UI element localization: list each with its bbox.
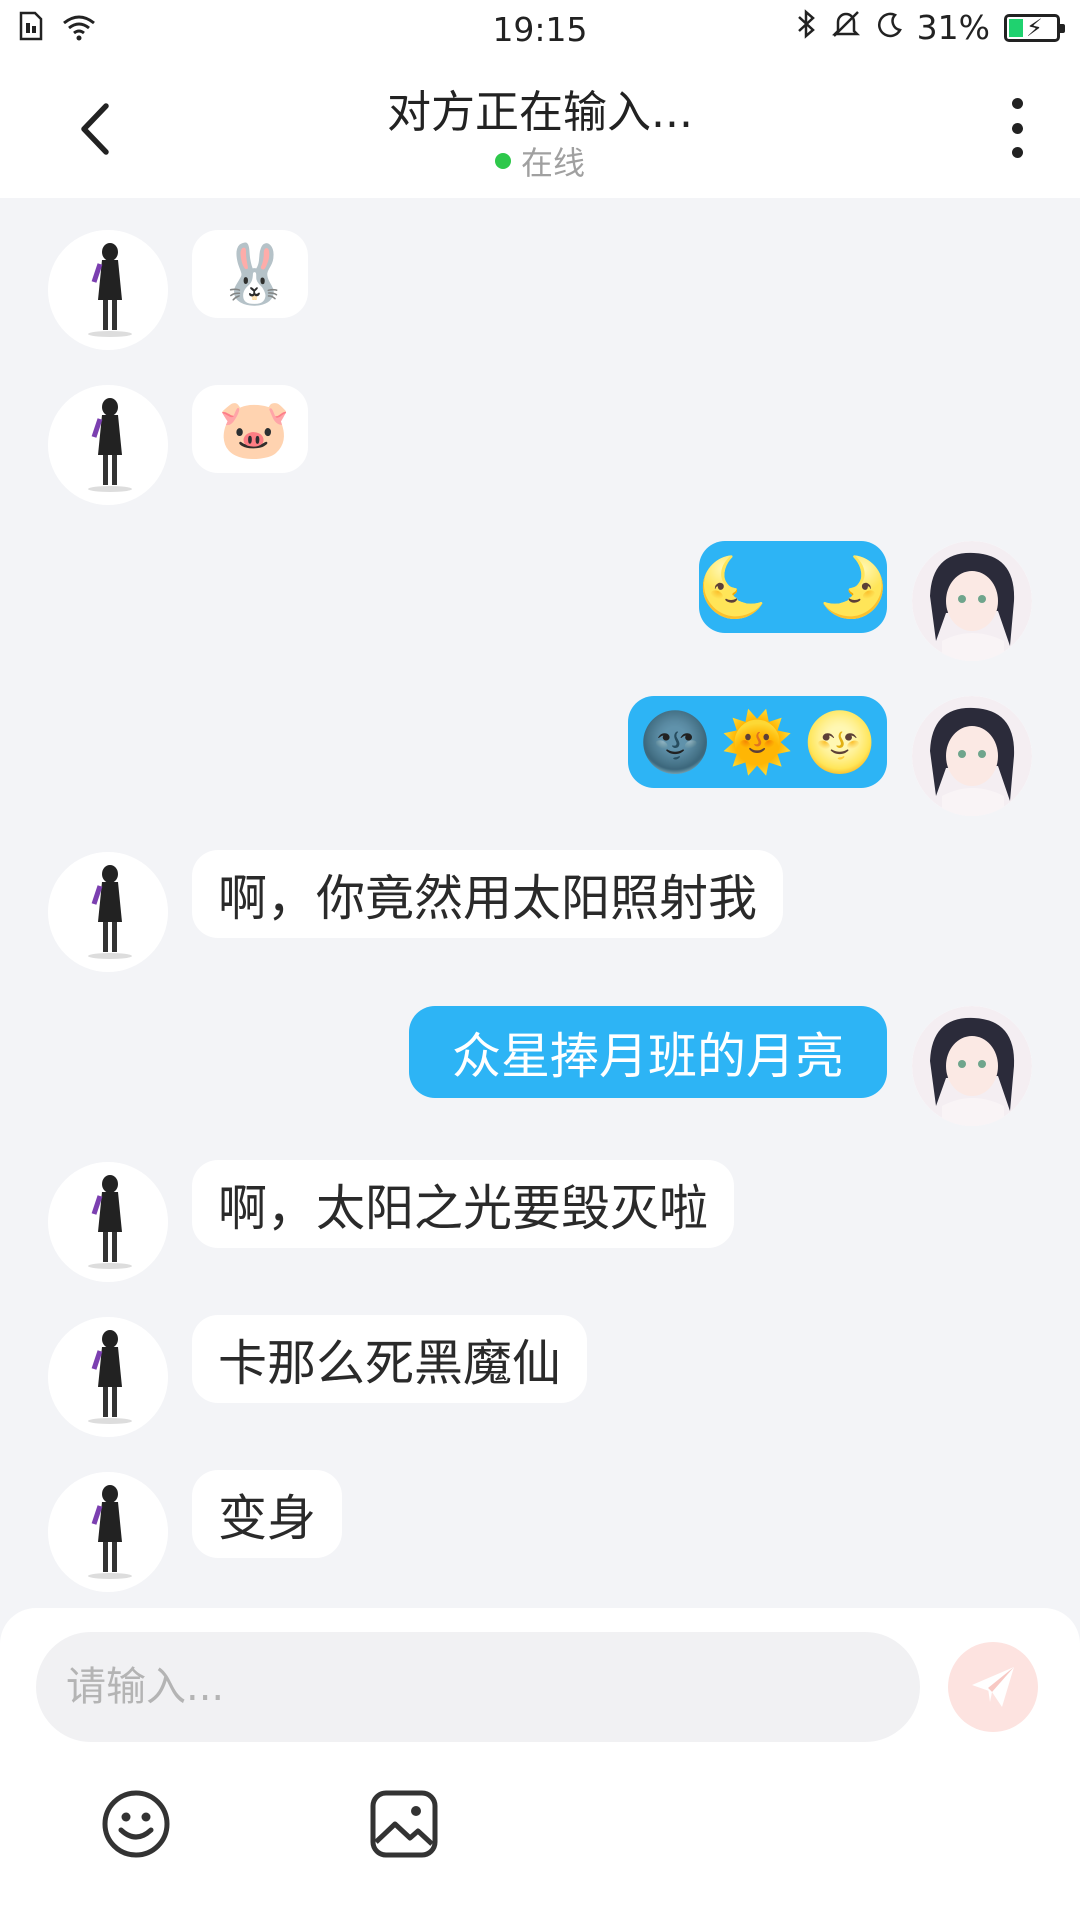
chat-screen: 19:15 31% ⚡ 对方正在输入... 在线 🐰 🐷 🌜 🌛 🌚 🌞 🌝 啊…	[0, 0, 1080, 1920]
message-bubble[interactable]: 🌚 🌞 🌝	[628, 696, 887, 788]
emoji-button[interactable]	[100, 1788, 172, 1860]
online-status: 在线	[0, 138, 1080, 184]
message-text: 啊，你竟然用太阳照射我	[218, 869, 758, 927]
message-text: 🐰	[218, 240, 291, 308]
message-input[interactable]	[36, 1632, 920, 1742]
send-button[interactable]	[948, 1642, 1038, 1732]
contact-avatar[interactable]	[48, 230, 168, 350]
bluetooth-icon	[795, 8, 817, 47]
user-avatar[interactable]	[912, 696, 1032, 816]
bell-muted-icon	[831, 8, 861, 47]
message-list[interactable]: 🐰 🐷 🌜 🌛 🌚 🌞 🌝 啊，你竟然用太阳照射我 众星捧月班的月亮 啊，太阳之…	[0, 198, 1080, 1608]
page-title: 对方正在输入...	[387, 87, 693, 138]
message-bubble[interactable]: 众星捧月班的月亮	[409, 1006, 887, 1098]
chat-header: 对方正在输入... 在线	[0, 58, 1080, 198]
online-status-label: 在线	[520, 144, 585, 182]
status-bar: 19:15 31% ⚡	[0, 0, 1080, 58]
image-gallery-icon	[370, 1790, 438, 1858]
send-paper-plane-icon	[972, 1667, 1014, 1707]
message-text: 🐷	[218, 395, 291, 463]
message-bubble[interactable]: 🌜 🌛	[696, 541, 890, 633]
more-dot-icon	[1011, 98, 1023, 109]
message-bubble[interactable]: 变身	[192, 1470, 343, 1558]
more-dot-icon	[1011, 122, 1023, 134]
moon-icon	[875, 8, 903, 47]
battery-percent: 31%	[916, 8, 990, 47]
contact-avatar[interactable]	[48, 852, 168, 972]
contact-avatar[interactable]	[48, 385, 168, 505]
message-bubble[interactable]: 🐰	[192, 230, 308, 318]
battery-level	[1009, 18, 1023, 37]
user-avatar[interactable]	[912, 541, 1032, 661]
contact-avatar[interactable]	[48, 1317, 168, 1437]
message-bubble[interactable]: 啊，你竟然用太阳照射我	[192, 850, 784, 938]
more-options-button[interactable]	[1002, 98, 1032, 158]
battery-charging-icon: ⚡	[1004, 13, 1065, 42]
message-emoji: 🌞	[721, 708, 794, 776]
image-button[interactable]	[368, 1788, 440, 1860]
message-bubble[interactable]: 卡那么死黑魔仙	[192, 1315, 588, 1403]
message-bubble[interactable]: 啊，太阳之光要毁灭啦	[192, 1160, 735, 1248]
message-text: 卡那么死黑魔仙	[218, 1334, 562, 1392]
bolt-icon: ⚡	[1026, 13, 1043, 42]
online-dot-icon	[494, 153, 511, 169]
message-composer	[0, 1608, 1080, 1920]
message-emoji: 🌜	[696, 553, 769, 621]
message-emoji: 🌛	[817, 553, 890, 621]
contact-avatar[interactable]	[48, 1472, 168, 1592]
message-emoji: 🌝	[803, 708, 876, 776]
message-text: 啊，太阳之光要毁灭啦	[218, 1179, 709, 1237]
more-dot-icon	[1011, 147, 1023, 158]
message-text: 众星捧月班的月亮	[451, 1027, 844, 1085]
message-text: 变身	[218, 1489, 317, 1547]
contact-avatar[interactable]	[48, 1162, 168, 1282]
user-avatar[interactable]	[912, 1006, 1032, 1126]
message-emoji: 🌚	[639, 708, 712, 776]
emoji-smile-icon	[102, 1790, 170, 1858]
message-bubble[interactable]: 🐷	[192, 385, 308, 473]
